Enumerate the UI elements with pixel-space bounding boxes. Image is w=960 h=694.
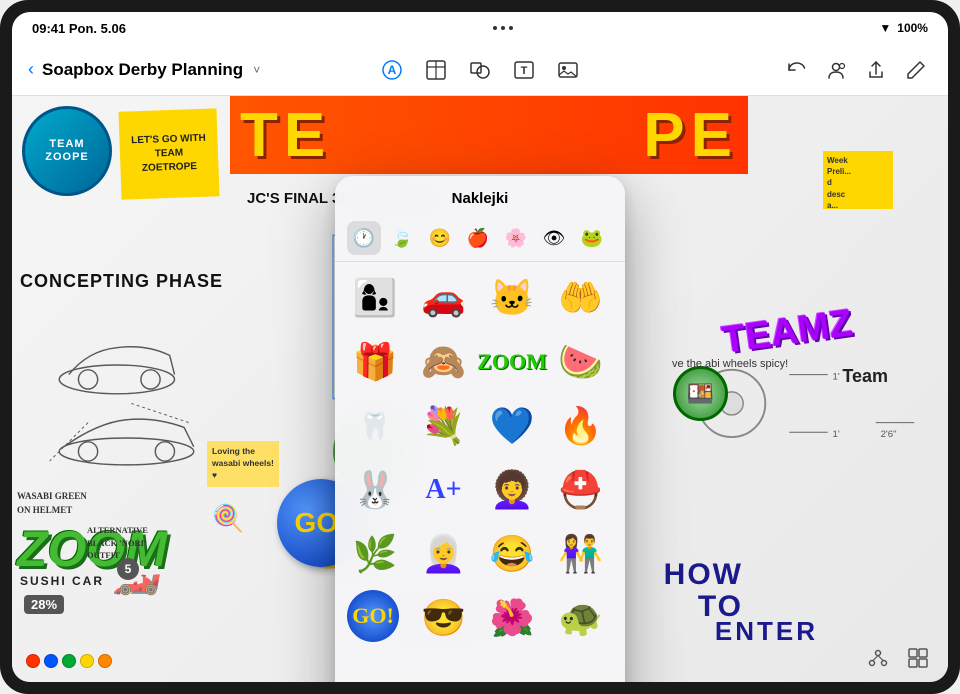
sticker-laugh[interactable]: 😂	[484, 526, 540, 582]
sticker-woman2[interactable]: 👩‍🦳	[416, 526, 472, 582]
toolbar: ‹ Soapbox Derby Planning ˅ A	[12, 44, 948, 96]
wifi-icon: ▼	[879, 21, 891, 35]
sticker-heart[interactable]: 💙	[484, 398, 540, 454]
sticker-teeth[interactable]: 🦷	[347, 398, 403, 454]
how-text: HOW	[664, 558, 743, 592]
sticker-turtle[interactable]: 🐢	[553, 590, 609, 646]
swatch-green[interactable]	[62, 654, 76, 668]
toolbar-right	[636, 54, 932, 86]
sticker-flower2[interactable]: 🌺	[484, 590, 540, 646]
svg-text:T: T	[521, 65, 528, 77]
sticker-fire-car[interactable]: 🔥	[553, 398, 609, 454]
sticker-leaves[interactable]: 🌿	[347, 526, 403, 582]
sticker-girl[interactable]: 👩‍🦱	[484, 462, 540, 518]
category-recent[interactable]: 🕐	[347, 221, 381, 255]
swatch-red[interactable]	[26, 654, 40, 668]
grid-button[interactable]	[904, 644, 932, 672]
category-food[interactable]: 🍎	[461, 221, 495, 255]
category-emoji[interactable]: 😊	[423, 221, 457, 255]
loving-sticky: Loving the wasabi wheels! ♥	[207, 441, 279, 487]
status-dots	[493, 26, 513, 30]
enter-text: ENTER	[715, 616, 818, 647]
swatch-blue[interactable]	[44, 654, 58, 668]
sticker-gift[interactable]: 🎁	[347, 334, 403, 390]
edit-button[interactable]	[900, 54, 932, 86]
sushi-car-text: SUSHI CAR	[20, 574, 104, 588]
sticker-a-plus[interactable]: A+	[416, 462, 472, 518]
swatch-orange[interactable]	[98, 654, 112, 668]
table-button[interactable]	[420, 54, 452, 86]
sticker-go2[interactable]: GO!	[347, 590, 399, 642]
toolbar-left: ‹ Soapbox Derby Planning ˅	[28, 59, 324, 80]
sticker-couple[interactable]: 👫	[553, 526, 609, 582]
document-title: Soapbox Derby Planning	[42, 60, 243, 80]
ipad-screen: 09:41 Pon. 5.06 ▼ 100% ‹ Soapbox Derby P…	[12, 12, 948, 682]
color-swatches	[26, 654, 112, 668]
back-chevron-icon: ‹	[28, 59, 34, 80]
sticker-grid: 👩‍👦 🚗 🐱 🤲 🎁 🙈 ZOOM 🍉 🦷 💐 💙 🔥 🐰 A+ 👩‍🦱	[335, 262, 625, 682]
wasabi-annotation: WASABI GREENON HELMET	[17, 490, 87, 517]
sticker-zoom[interactable]: ZOOM	[484, 334, 540, 390]
sticker-woman-child[interactable]: 👩‍👦	[347, 270, 403, 326]
percent-badge: 28%	[24, 595, 64, 614]
concepting-phase-label: CONCEPTING PHASE	[20, 271, 223, 292]
status-time: 09:41 Pon. 5.06	[32, 21, 126, 36]
sticker-helmet[interactable]: ⛑️	[553, 462, 609, 518]
share-button[interactable]	[860, 54, 892, 86]
collaborate-button[interactable]	[820, 54, 852, 86]
svg-text:1': 1'	[833, 371, 840, 382]
sushi-decoration: 🍱	[673, 366, 728, 421]
sticker-hands[interactable]: 🤲	[553, 270, 609, 326]
sticker-watermelon[interactable]: 🍉	[553, 334, 609, 390]
add-text-button[interactable]: A	[376, 54, 408, 86]
right-sticky: WeekPreli...ddesca...	[823, 151, 893, 209]
swatch-yellow[interactable]	[80, 654, 94, 668]
text-style-button[interactable]: T	[508, 54, 540, 86]
teamz-text: TEAMZ	[720, 302, 856, 363]
category-flower[interactable]: 🌸	[499, 221, 533, 255]
category-frog[interactable]: 🐸	[575, 221, 609, 255]
sticker-panel: Naklejki 🕐 🍃 😊 🍎 🌸 👁 🐸 👩‍👦 🚗 🐱 �	[335, 176, 625, 682]
sticker-panel-title: Naklejki	[335, 176, 625, 215]
team-label-right: Team	[842, 366, 888, 387]
svg-text:1': 1'	[833, 429, 840, 440]
back-button[interactable]: ‹	[28, 59, 34, 80]
title-dropdown-icon[interactable]: ˅	[253, 63, 260, 77]
sticker-bunny[interactable]: 🐰	[347, 462, 403, 518]
ipad-frame: 09:41 Pon. 5.06 ▼ 100% ‹ Soapbox Derby P…	[0, 0, 960, 694]
sticker-sunglasses[interactable]: 😎	[416, 590, 472, 646]
category-leaf[interactable]: 🍃	[385, 221, 419, 255]
shapes-button[interactable]	[464, 54, 496, 86]
sticker-cat[interactable]: 🐱	[484, 270, 540, 326]
number-badge: 5	[117, 558, 139, 580]
node-button[interactable]	[864, 644, 892, 672]
team-logo-circle: TEAMZOOPE	[22, 106, 112, 196]
canvas-area[interactable]: 1' 1' 2'6" LET'S GO WITH TEAM ZOETROPE	[12, 96, 948, 682]
team-banner: TE PE	[230, 96, 748, 174]
sticker-bouquet[interactable]: 💐	[416, 398, 472, 454]
sticky-note-lets-go: LET'S GO WITH TEAM ZOETROPE	[118, 108, 219, 199]
status-bar: 09:41 Pon. 5.06 ▼ 100%	[12, 12, 948, 44]
battery-icon: 100%	[897, 21, 928, 35]
toolbar-center: A	[332, 54, 628, 86]
svg-text:A: A	[388, 63, 397, 77]
media-button[interactable]	[552, 54, 584, 86]
sticker-category-bar: 🕐 🍃 😊 🍎 🌸 👁 🐸	[335, 215, 625, 262]
sticker-monkey[interactable]: 🙈	[416, 334, 472, 390]
lollipop: 🍭	[212, 503, 244, 534]
sticker-red-car[interactable]: 🚗	[416, 270, 472, 326]
bottom-right-controls	[864, 644, 932, 672]
category-eye[interactable]: 👁	[537, 221, 571, 255]
status-indicators: ▼ 100%	[879, 21, 928, 35]
svg-text:2'6": 2'6"	[881, 429, 897, 440]
undo-button[interactable]	[780, 54, 812, 86]
